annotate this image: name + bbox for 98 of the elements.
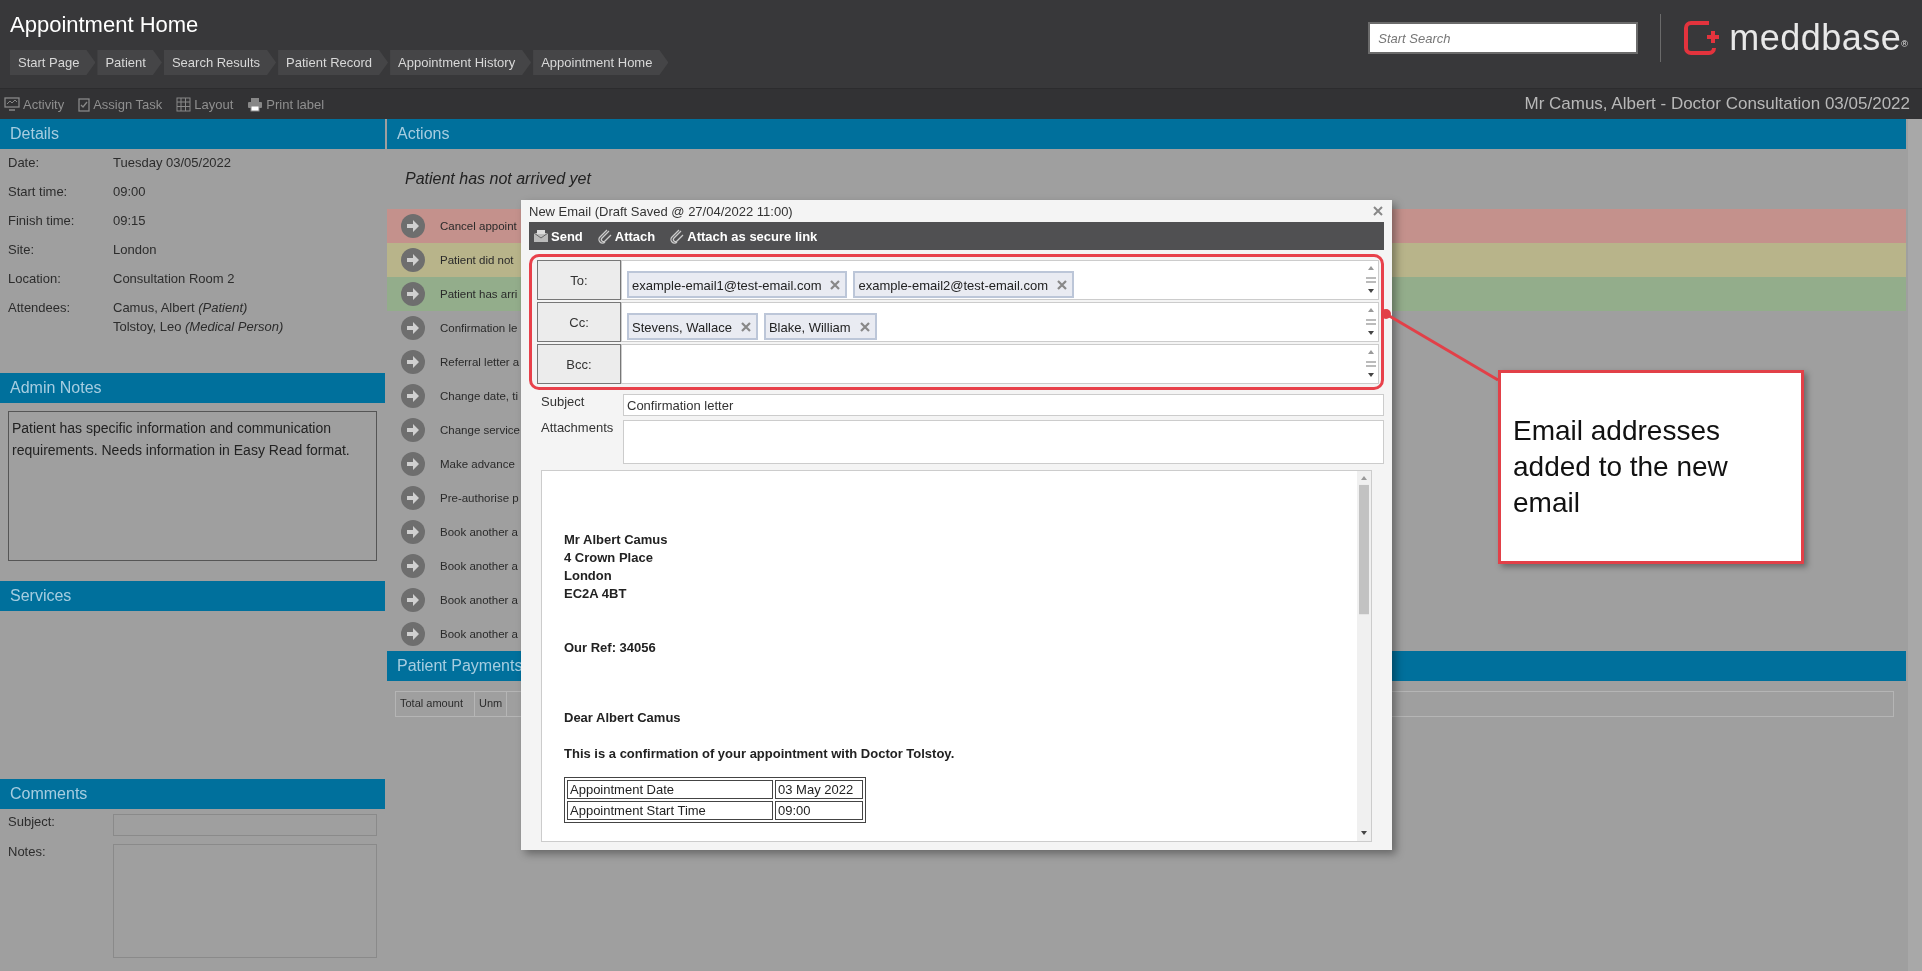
action-link[interactable]: Make advance — [440, 458, 515, 470]
chip-label: example-email2@test-email.com — [858, 277, 1048, 293]
dialog-title: New Email (Draft Saved @ 27/04/2022 11:00) — [529, 203, 793, 219]
toolbar-button[interactable]: Activity — [4, 96, 65, 112]
toolbar-button[interactable]: Send — [533, 228, 583, 244]
field-label: Start time: — [8, 184, 69, 201]
close-icon[interactable] — [1372, 205, 1384, 217]
field-label: Date: — [8, 155, 41, 172]
page-title: Appointment Home — [10, 12, 200, 38]
recipient-field[interactable]: Stevens, Wallace Blake, William — [621, 302, 1379, 342]
annotation-callout: Email addresses added to the new email — [1498, 370, 1804, 564]
breadcrumb-link[interactable]: Search Results — [163, 50, 277, 75]
paperclip-icon — [669, 228, 686, 244]
remove-icon[interactable] — [859, 322, 870, 332]
field-label: Attendees: — [8, 300, 72, 317]
breadcrumb-link[interactable]: Patient — [97, 50, 162, 75]
recipient-field[interactable]: example-email1@test-email.com example-email2@test-email.com — [621, 260, 1379, 300]
chip-label: Blake, William — [768, 319, 851, 335]
recipient-button[interactable]: To: — [537, 260, 621, 300]
column-header: Total amount — [396, 692, 475, 716]
remove-icon[interactable] — [1056, 280, 1067, 290]
recipient-button[interactable]: Bcc: — [537, 344, 621, 384]
action-link[interactable]: Confirmation le — [440, 322, 518, 334]
field-value: 09:00 — [113, 184, 146, 199]
breadcrumb-link[interactable]: Start Page — [10, 50, 96, 75]
table-cell: Appointment Date — [567, 780, 773, 799]
printer-icon — [247, 96, 264, 112]
remove-icon[interactable] — [740, 322, 751, 332]
breadcrumb-link[interactable]: Patient Record — [278, 50, 389, 75]
appointment-context: Mr Camus, Albert - Doctor Consultation 03/05/2022 — [1524, 94, 1910, 114]
panel-header: Details — [0, 119, 385, 149]
paperclip-icon — [596, 228, 613, 244]
table-cell: 09:00 — [775, 801, 863, 820]
subject-field[interactable]: Confirmation letter — [623, 394, 1384, 416]
grid-icon — [176, 96, 192, 112]
field-label: Finish time: — [8, 213, 76, 230]
action-link[interactable]: Patient did not — [440, 254, 514, 266]
panel-header: Services — [0, 581, 385, 611]
field-label: Site: — [8, 242, 35, 259]
envelope-icon — [533, 229, 549, 243]
greeting-text: Dear Albert Camus — [564, 709, 682, 727]
recipient-field[interactable] — [621, 344, 1379, 384]
action-link[interactable]: Book another a — [440, 628, 518, 640]
address-line: Mr Albert Camus — [564, 531, 669, 549]
monitor-icon — [4, 97, 20, 111]
notes-text-area[interactable]: Patient has specific information and communication requirements. Needs information in Easy Read format. — [8, 411, 377, 561]
logo-icon — [1683, 20, 1722, 56]
column-header: Unm — [475, 692, 508, 716]
field-label: Attachments — [540, 420, 615, 437]
action-link[interactable]: Book another a — [440, 594, 518, 606]
action-link[interactable]: Pre-authorise p — [440, 492, 519, 504]
status-message: Patient has not arrived yet — [404, 169, 593, 189]
action-link[interactable]: Patient has arri — [440, 288, 518, 300]
address-line: 4 Crown Place — [564, 549, 654, 567]
field-label: Subject: — [8, 814, 56, 831]
panel-header: Admin Notes — [0, 373, 385, 403]
field-value: Tuesday 03/05/2022 — [113, 155, 232, 170]
chip-label: Stevens, Wallace — [632, 319, 732, 335]
panel-header: Comments — [0, 779, 385, 809]
recipient-chip[interactable]: Blake, William — [763, 312, 877, 340]
toolbar-button[interactable]: Assign Task — [78, 96, 163, 112]
field-value: Consultation Room 2 — [113, 271, 235, 286]
chip-label: example-email1@test-email.com — [632, 277, 822, 293]
action-link[interactable]: Book another a — [440, 560, 518, 572]
registered-mark: ® — [1901, 39, 1908, 49]
toolbar-button[interactable]: Layout — [176, 96, 234, 112]
remove-icon[interactable] — [830, 280, 841, 290]
recipient-chip[interactable]: example-email2@test-email.com — [853, 270, 1074, 298]
address-line: London — [564, 567, 613, 585]
action-link[interactable]: Change date, ti — [440, 390, 518, 402]
panel-header: Actions — [387, 119, 1906, 149]
attachments-field[interactable] — [623, 420, 1384, 464]
toolbar-button[interactable]: Attach as secure link — [669, 228, 818, 244]
action-link[interactable]: Cancel appoint — [440, 220, 517, 232]
action-link[interactable]: Book another a — [440, 526, 518, 538]
table-cell: 03 May 2022 — [775, 780, 863, 799]
body-paragraph: This is a confirmation of your appointment with Doctor Tolstoy. — [564, 745, 956, 763]
field-value: Camus, Albert (Patient) — [113, 300, 249, 315]
field-label: Notes: — [8, 844, 47, 861]
address-line: EC2A 4BT — [564, 585, 628, 603]
action-link[interactable]: Change service — [440, 424, 520, 436]
breadcrumb-link[interactable]: Appointment History — [390, 50, 532, 75]
table-cell: Appointment Start Time — [567, 801, 773, 820]
recipient-button[interactable]: Cc: — [537, 302, 621, 342]
breadcrumb-link[interactable]: Appointment Home — [533, 50, 669, 75]
field-value: Tolstoy, Leo (Medical Person) — [113, 319, 284, 334]
toolbar-button[interactable]: Print label — [247, 96, 325, 112]
field-label: Subject — [540, 394, 586, 411]
search-field[interactable]: Start Search — [1368, 22, 1639, 54]
recipient-chip[interactable]: example-email1@test-email.com — [627, 270, 848, 298]
recipient-chip[interactable]: Stevens, Wallace — [627, 312, 758, 340]
field-value: London — [113, 242, 157, 257]
field-value: 09:15 — [113, 213, 146, 228]
action-link[interactable]: Referral letter a — [440, 356, 520, 368]
clipboard-icon — [78, 96, 91, 112]
field-label: Location: — [8, 271, 62, 288]
brand-name: meddbase — [1729, 17, 1902, 59]
toolbar-button[interactable]: Attach — [596, 228, 656, 244]
